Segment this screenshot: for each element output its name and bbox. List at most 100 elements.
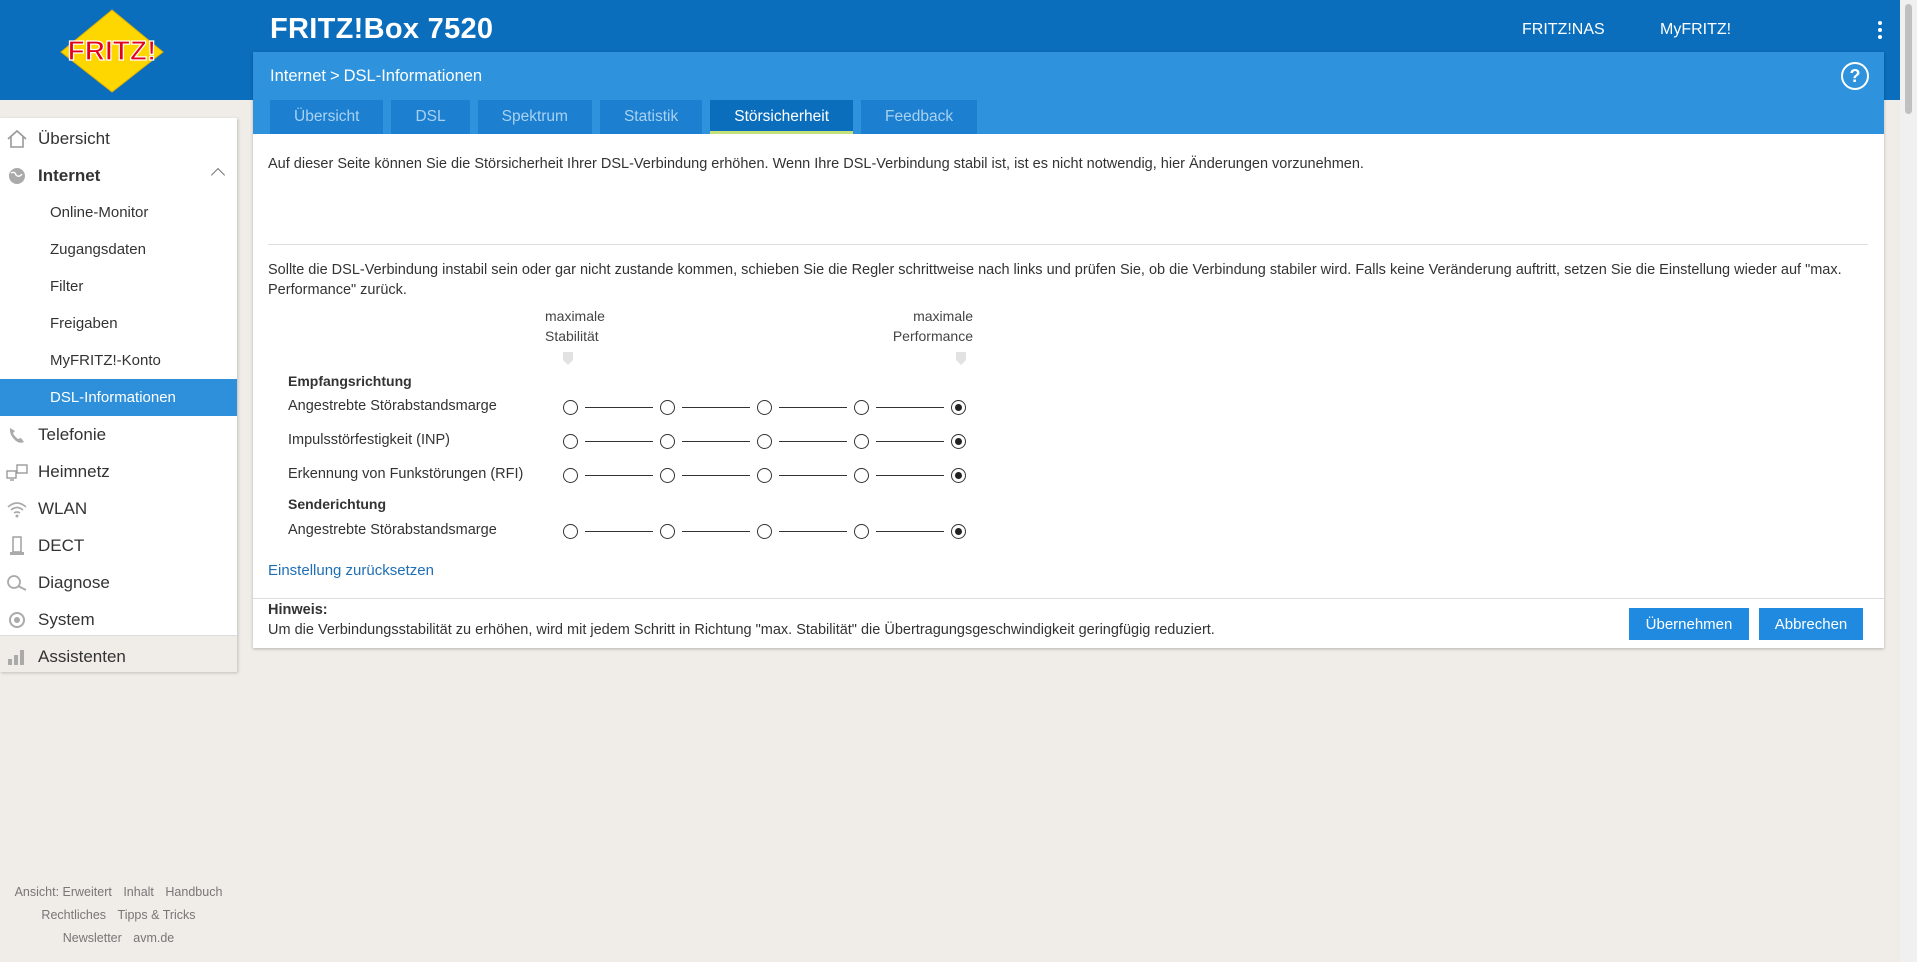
slider-radio-5[interactable] <box>951 434 966 449</box>
footer-link-tipps[interactable]: Tipps & Tricks <box>118 908 196 922</box>
performance-marker-icon <box>954 352 968 366</box>
footer-link-inhalt[interactable]: Inhalt <box>123 885 154 899</box>
tab-spektrum[interactable]: Spektrum <box>477 100 592 134</box>
slider-radio-1[interactable] <box>563 434 578 449</box>
slider-radio-5[interactable] <box>951 468 966 483</box>
slider-rfi[interactable] <box>563 468 966 484</box>
sidebar-item-label: WLAN <box>38 498 88 518</box>
slider-track-segment <box>585 441 653 442</box>
slider-radio-1[interactable] <box>563 468 578 483</box>
slider-radio-5[interactable] <box>951 524 966 539</box>
footer-link-newsletter[interactable]: Newsletter <box>63 931 122 945</box>
diagnose-icon <box>7 575 27 591</box>
instruction-text: Sollte die DSL-Verbindung instabil sein … <box>268 262 1842 298</box>
sidebar: Übersicht Internet Online-Monitor Zugang… <box>0 118 237 672</box>
more-menu-icon[interactable] <box>1872 18 1888 42</box>
slider-radio-2[interactable] <box>660 434 675 449</box>
sidebar-sub-label: Online-Monitor <box>50 204 149 221</box>
sidebar-sub-label: DSL-Informationen <box>50 389 176 406</box>
slider-radio-2[interactable] <box>660 400 675 415</box>
home-icon <box>7 129 27 148</box>
panel-header: Internet > DSL-Informationen ? Übersicht D… <box>253 52 1884 134</box>
sidebar-item-diagnose[interactable]: Diagnose <box>0 564 237 601</box>
sidebar-item-telefonie[interactable]: Telefonie <box>0 416 237 453</box>
fritznas-link[interactable]: FRITZ!NAS <box>1522 21 1605 39</box>
myfritz-link[interactable]: MyFRITZ! <box>1660 21 1731 39</box>
slider-track-segment <box>585 475 653 476</box>
slider-track-segment <box>779 531 847 532</box>
tab-stoersicherheit[interactable]: Störsicherheit <box>710 100 853 134</box>
sidebar-sub-myfritz-konto[interactable]: MyFRITZ!-Konto <box>0 342 237 379</box>
wifi-icon <box>7 502 27 518</box>
slider-track-segment <box>876 407 944 408</box>
breadcrumb: Internet > DSL-Informationen <box>270 67 482 86</box>
slider-radio-2[interactable] <box>660 524 675 539</box>
slider-track-segment <box>779 441 847 442</box>
scrollbar[interactable] <box>1900 0 1917 962</box>
phone-icon <box>9 428 24 443</box>
apply-button[interactable]: Übernehmen <box>1629 608 1749 640</box>
sidebar-item-assistenten[interactable]: Assistenten <box>0 638 237 675</box>
section-send: Senderichtung <box>288 496 387 512</box>
sidebar-item-wlan[interactable]: WLAN <box>0 490 237 527</box>
tab-uebersicht[interactable]: Übersicht <box>270 100 384 134</box>
help-icon[interactable]: ? <box>1841 62 1869 90</box>
sidebar-sub-zugangsdaten[interactable]: Zugangsdaten <box>0 231 237 268</box>
footer-link-rechtliches[interactable]: Rechtliches <box>41 908 106 922</box>
sidebar-item-label: Heimnetz <box>38 461 110 481</box>
tab-feedback[interactable]: Feedback <box>861 100 978 134</box>
reset-settings-link[interactable]: Einstellung zurücksetzen <box>268 562 434 579</box>
sidebar-sub-filter[interactable]: Filter <box>0 268 237 305</box>
slider-inp[interactable] <box>563 434 966 450</box>
sidebar-item-label: Übersicht <box>38 128 110 148</box>
cancel-button[interactable]: Abbrechen <box>1759 608 1863 640</box>
sidebar-sub-dsl-informationen[interactable]: DSL-Informationen <box>0 379 237 416</box>
slider-snr-send[interactable] <box>563 524 966 540</box>
sidebar-item-label: System <box>38 609 95 629</box>
slider-radio-4[interactable] <box>854 524 869 539</box>
sidebar-item-dect[interactable]: DECT <box>0 527 237 564</box>
tab-statistik[interactable]: Statistik <box>599 100 703 134</box>
footer-link-ansicht[interactable]: Ansicht: Erweitert <box>15 885 112 899</box>
chevron-up-icon[interactable] <box>210 167 226 183</box>
main-panel: Internet > DSL-Informationen ? Übersicht D… <box>253 52 1884 648</box>
section-receive: Empfangsrichtung <box>288 373 412 389</box>
slider-radio-3[interactable] <box>757 434 772 449</box>
scrollbar-thumb[interactable] <box>1905 4 1912 114</box>
slider-radio-4[interactable] <box>854 434 869 449</box>
sidebar-item-label: Assistenten <box>38 646 126 666</box>
slider-radio-4[interactable] <box>854 400 869 415</box>
slider-radio-1[interactable] <box>563 400 578 415</box>
logo-area: FRITZ! <box>0 0 253 100</box>
column-label-line: Performance <box>892 328 973 344</box>
slider-radio-5[interactable] <box>951 400 966 415</box>
slider-radio-3[interactable] <box>757 468 772 483</box>
sidebar-item-uebersicht[interactable]: Übersicht <box>0 120 237 157</box>
sidebar-item-system[interactable]: System <box>0 601 237 638</box>
sidebar-sub-label: Filter <box>50 278 84 295</box>
breadcrumb-parent[interactable]: Internet <box>270 67 326 85</box>
breadcrumb-current: DSL-Informationen <box>343 67 483 85</box>
slider-radio-2[interactable] <box>660 468 675 483</box>
footer-link-handbuch[interactable]: Handbuch <box>165 885 222 899</box>
slider-radio-3[interactable] <box>757 400 772 415</box>
slider-radio-1[interactable] <box>563 524 578 539</box>
slider-track-segment <box>779 475 847 476</box>
sidebar-sub-freigaben[interactable]: Freigaben <box>0 305 237 342</box>
slider-radio-4[interactable] <box>854 468 869 483</box>
sidebar-item-heimnetz[interactable]: Heimnetz <box>0 453 237 490</box>
slider-radio-3[interactable] <box>757 524 772 539</box>
slider-track-segment <box>682 531 750 532</box>
slider-snr-receive[interactable] <box>563 400 966 416</box>
sidebar-item-label: Telefonie <box>38 424 107 444</box>
sidebar-sub-label: Freigaben <box>50 315 118 332</box>
slider-track-segment <box>682 441 750 442</box>
fritz-logo[interactable]: FRITZ! <box>57 8 167 94</box>
sidebar-item-internet[interactable]: Internet <box>0 157 237 194</box>
sidebar-sub-online-monitor[interactable]: Online-Monitor <box>0 194 237 231</box>
footer-link-avm[interactable]: avm.de <box>133 931 174 945</box>
tab-dsl[interactable]: DSL <box>391 100 470 134</box>
slider-track-segment <box>585 407 653 408</box>
hint-text: Um die Verbindungsstabilität zu erhöhen,… <box>268 622 1215 638</box>
slider-track-segment <box>876 441 944 442</box>
